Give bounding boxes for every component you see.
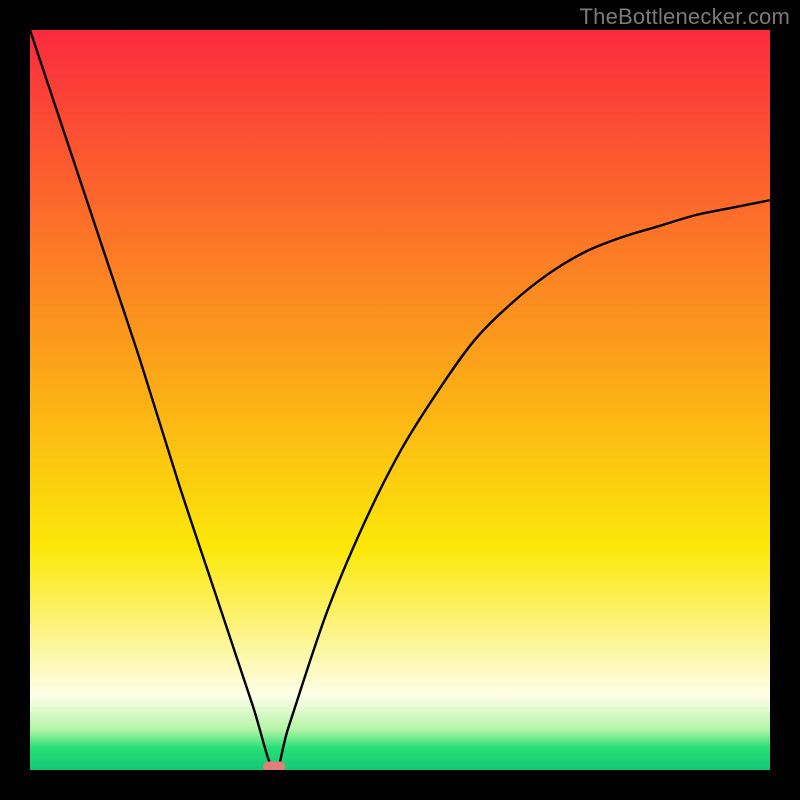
chart-svg [30, 30, 770, 770]
minimum-marker [263, 762, 285, 771]
chart-frame: TheBottlenecker.com [0, 0, 800, 800]
gradient-background [30, 30, 770, 770]
attribution-label: TheBottlenecker.com [580, 4, 790, 30]
plot-area [30, 30, 770, 770]
